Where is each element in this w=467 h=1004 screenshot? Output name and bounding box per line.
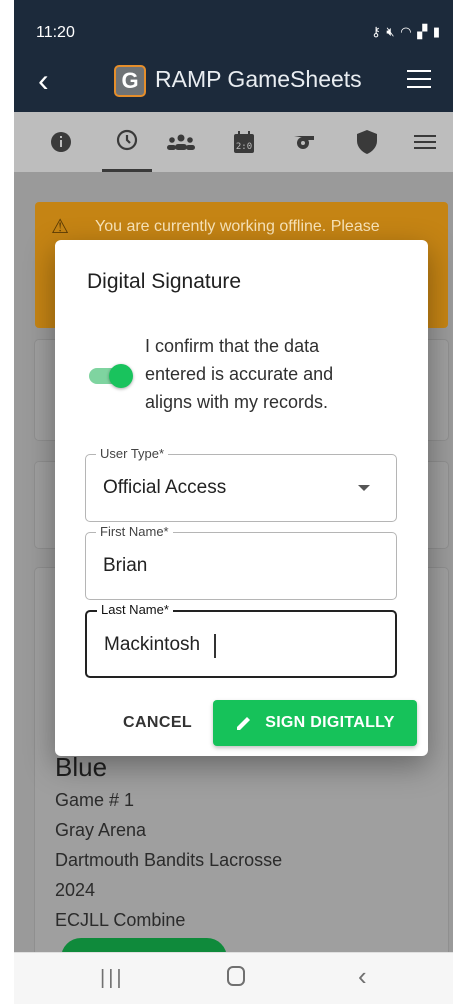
first-name-value: Brian [103,555,148,576]
shield-icon [357,130,377,154]
back-arrow-icon[interactable]: ‹ [38,62,49,98]
tab-people[interactable] [164,126,198,158]
phone-screen: 11:20 ⚷ 🔇︎ ◠ ▞ ▮ ‹ G RAMP GameSheets 2:0 [14,0,453,1004]
warning-icon: ⚠ [51,216,69,238]
first-name-field[interactable]: First Name* Brian [85,524,397,600]
sign-digitally-button[interactable]: SIGN DIGITALLY [213,700,417,746]
svg-text:2:0: 2:0 [236,142,252,152]
home-icon[interactable] [226,965,246,993]
system-nav-bar: ||| ‹ [14,952,453,1004]
last-name-value: Mackintosh [104,634,201,655]
sign-digitally-label: SIGN DIGITALLY [265,714,395,731]
wifi-icon: ◠ [400,24,413,39]
tab-clock[interactable] [102,126,152,172]
tab-whistle[interactable] [289,126,323,158]
dialog-title: Digital Signature [87,270,242,293]
arena-name: Gray Arena [55,820,147,840]
tab-scoreboard[interactable]: 2:0 [227,126,261,158]
text-cursor [214,634,216,658]
last-name-label: Last Name* [97,602,173,617]
dropdown-arrow-icon[interactable] [358,485,370,491]
app-logo: G [114,65,146,97]
confirm-text: I confirm that the data entered is accur… [145,336,334,412]
app-title: RAMP GameSheets [155,66,362,92]
toggle-knob [109,364,133,388]
clock-icon [116,129,138,151]
organization-name: Dartmouth Bandits Lacrosse [55,850,283,870]
event-name: ECJLL Combine [55,910,186,930]
tab-bar: 2:0 [14,112,453,172]
first-name-label: First Name* [96,524,173,539]
tab-menu[interactable] [408,126,442,158]
pencil-icon [237,717,251,730]
confirm-toggle[interactable] [87,364,135,388]
info-icon [51,132,71,152]
status-time: 11:20 [36,24,75,41]
tab-info[interactable] [44,126,78,158]
season-year: 2024 [55,880,96,900]
mute-icon: 🔇︎ [386,24,396,39]
offline-banner-text: You are currently working offline. Pleas… [95,218,380,235]
battery-icon: ▮ [432,24,441,39]
status-bar: 11:20 ⚷ 🔇︎ ◠ ▞ ▮ [14,0,453,52]
home-shape [227,966,245,986]
team-name: Blue [55,752,108,782]
menu-icon [414,135,436,149]
nav-back-icon[interactable]: ‹ [358,961,367,992]
hamburger-menu-icon[interactable] [407,70,431,88]
cancel-button[interactable]: CANCEL [123,714,192,732]
app-header: ‹ G RAMP GameSheets [14,52,453,112]
people-icon [167,134,195,150]
game-number: Game # 1 [55,790,135,810]
scoreboard-icon: 2:0 [234,131,254,153]
signal-icon: ▞ [417,24,429,39]
key-icon: ⚷ [371,24,382,39]
whistle-icon [294,136,314,149]
status-icons: ⚷ 🔇︎ ◠ ▞ ▮ [371,24,441,40]
recent-apps-icon[interactable]: ||| [100,967,125,990]
user-type-value: Official Access [103,477,227,498]
digital-signature-dialog: Digital Signature I confirm that the dat… [55,240,428,756]
tab-shield[interactable] [350,126,384,158]
last-name-field[interactable]: Last Name* Mackintosh [85,602,397,678]
user-type-label: User Type* [96,446,169,461]
user-type-select[interactable]: User Type* Official Access [85,446,397,522]
